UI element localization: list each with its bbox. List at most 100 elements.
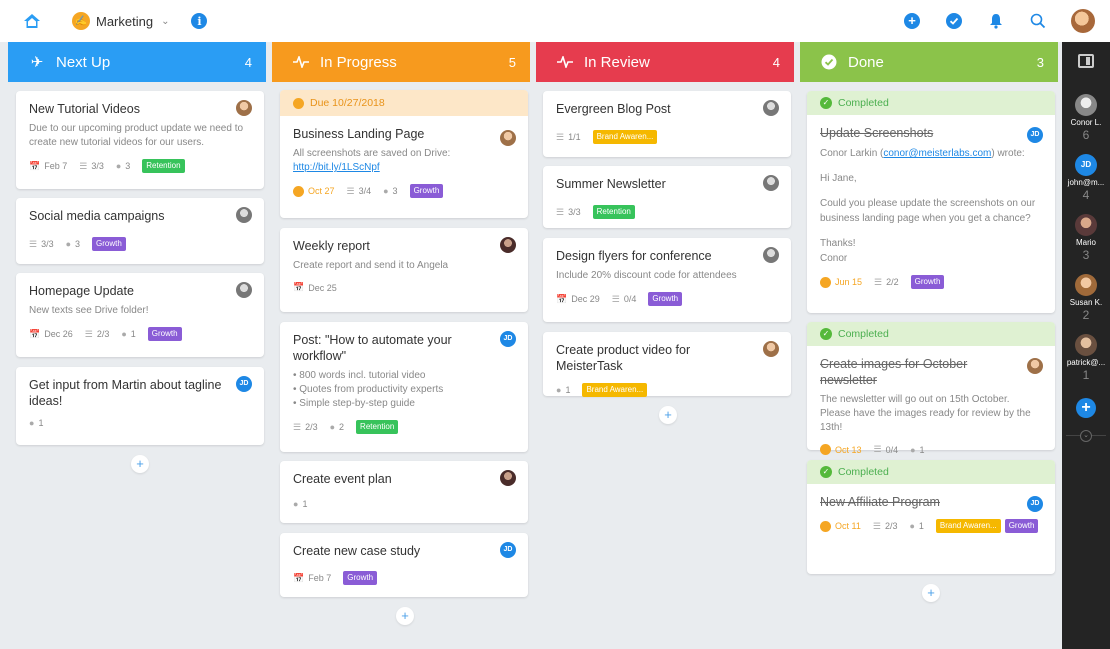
assignee-avatar [236, 100, 252, 116]
task-card[interactable]: Design flyers for conference Include 20%… [543, 238, 791, 322]
project-name: Marketing [96, 13, 154, 29]
checklist-icon: ☰ [84, 328, 93, 339]
task-card[interactable]: Create event plan ● 1 [280, 461, 528, 523]
top-bar-right: + [903, 0, 1110, 42]
bell-icon[interactable] [987, 12, 1005, 30]
comment-icon: ● [293, 499, 299, 509]
add-task-button[interactable]: + [396, 607, 414, 625]
card-meta: Jun 15 ☰ 2/2 Growth [820, 275, 1043, 289]
user-avatar [1075, 334, 1097, 356]
user-name: patrick@... [1066, 358, 1106, 367]
user-name: Mario [1075, 238, 1096, 247]
column-header[interactable]: Done 3 [800, 42, 1058, 82]
home-icon[interactable] [22, 11, 42, 31]
top-bar-left: ✍ Marketing ⌄ i [0, 11, 208, 31]
add-task-button[interactable]: + [659, 406, 677, 424]
chevron-down-icon[interactable]: ⌄ [1080, 430, 1092, 442]
add-task-button[interactable]: + [131, 455, 149, 473]
wrote-text: wrote: [997, 148, 1025, 159]
card-title: Update Screenshots [820, 126, 934, 140]
task-card[interactable]: Homepage Update New texts see Drive fold… [16, 273, 264, 357]
task-card[interactable]: Evergreen Blog Post ☰ 1/1 Brand Awaren... [543, 91, 791, 157]
tag-growth[interactable]: Growth [910, 275, 945, 289]
card-title: Social media campaigns [29, 209, 165, 223]
calendar-icon: 📅 [293, 282, 305, 292]
chevron-down-icon: ⌄ [161, 15, 170, 27]
task-card[interactable]: Post: "How to automate your workflow" JD… [280, 322, 528, 452]
tag-growth[interactable]: Growth [92, 237, 126, 251]
card-description: New texts see Drive folder! [29, 305, 149, 316]
tag-growth[interactable]: Growth [343, 571, 378, 585]
sidebar-user-john[interactable]: JD john@m... 4 [1062, 154, 1110, 202]
checklist-count: 1/1 [568, 132, 581, 142]
check-icon: ✓ [820, 466, 832, 478]
project-selector[interactable]: ✍ Marketing ⌄ [72, 12, 169, 30]
tag-retention[interactable]: Retention [592, 205, 635, 219]
task-card[interactable]: ✓ Completed Create images for October ne… [807, 322, 1055, 455]
due-date: Dec 25 [308, 282, 337, 293]
assignee-avatar: JD [500, 331, 516, 347]
card-title: Design flyers for conference [556, 249, 712, 263]
column-in-progress: In Progress 5 [272, 42, 530, 82]
column-count: 4 [772, 54, 780, 70]
task-card[interactable]: New Tutorial Videos Due to our upcoming … [16, 91, 264, 189]
tag-brand-awareness[interactable]: Brand Awaren... [935, 519, 1001, 533]
comment-count: 1 [302, 499, 308, 509]
tag-growth[interactable]: Growth [648, 292, 683, 306]
sidebar-user-patrick[interactable]: patrick@... 1 [1062, 334, 1110, 382]
add-icon[interactable]: + [903, 12, 921, 30]
sidebar-user-conor[interactable]: Conor L. 6 [1062, 94, 1110, 142]
task-card[interactable]: Get input from Martin about tagline idea… [16, 367, 264, 445]
comment-icon: ● [65, 239, 72, 249]
card-description: 800 words incl. tutorial video Quotes fr… [293, 369, 516, 411]
comment-icon: ● [909, 521, 915, 531]
task-card[interactable]: ✓ Completed New Affiliate Program JD Oct… [807, 460, 1055, 574]
tag-growth[interactable]: Growth [147, 327, 182, 341]
drive-link[interactable]: http://bit.ly/1LScNpf [293, 162, 380, 173]
user-avatar: JD [1075, 154, 1097, 176]
add-task-button[interactable]: + [922, 584, 940, 602]
column-header[interactable]: In Review 4 [536, 42, 794, 82]
due-date: Oct 27 [308, 186, 335, 196]
card-meta: Oct 13 ☰ 0/4 ● 1 [820, 444, 1043, 455]
column-header[interactable]: In Progress 5 [272, 42, 530, 82]
column-next-up: ✈ Next Up 4 [8, 42, 266, 82]
task-card[interactable]: Create product video for MeisterTask ● 1 … [543, 332, 791, 397]
sidebar-user-mario[interactable]: Mario 3 [1062, 214, 1110, 262]
author-name: Conor Larkin [820, 148, 878, 159]
task-card[interactable]: ✓ Completed Update Screenshots JD Conor … [807, 91, 1055, 313]
task-card[interactable]: Due 10/27/2018 Business Landing Page All… [280, 90, 528, 218]
column-header[interactable]: ✈ Next Up 4 [8, 42, 266, 82]
column-in-review: In Review 4 [536, 42, 794, 82]
task-card[interactable]: Social media campaigns ☰ 3/3 ● 3 Growth [16, 198, 264, 264]
task-card[interactable]: Summer Newsletter ☰ 3/3 Retention [543, 166, 791, 228]
tag-retention[interactable]: Retention [356, 420, 399, 434]
user-task-count: 3 [1082, 248, 1090, 262]
assignee-avatar [763, 247, 779, 263]
body-text: Could you please update the screenshots … [820, 198, 1036, 224]
tag-growth[interactable]: Growth [1004, 519, 1039, 533]
author-email-link[interactable]: conor@meisterlabs.com [883, 148, 991, 159]
checklist-count: 2/3 [305, 422, 318, 432]
card-title: Create new case study [293, 544, 421, 558]
card-title: Summer Newsletter [556, 177, 666, 191]
search-icon[interactable] [1029, 12, 1047, 30]
add-member-button[interactable]: + [1076, 398, 1096, 418]
tag-brand-awareness[interactable]: Brand Awaren... [582, 383, 648, 397]
card-meta: 📅 Dec 25 [293, 282, 516, 293]
task-card[interactable]: Create new case study JD 📅 Feb 7 Growth [280, 533, 528, 597]
info-icon[interactable]: i [191, 13, 208, 29]
checklist-icon: ☰ [611, 293, 620, 304]
user-avatar[interactable] [1071, 9, 1095, 33]
tag-brand-awareness[interactable]: Brand Awaren... [592, 130, 658, 144]
assignee-avatar: JD [236, 376, 252, 392]
signoff-text: Conor [820, 253, 848, 264]
check-icon[interactable] [945, 12, 963, 30]
checklist-count: 3/3 [41, 239, 54, 249]
task-card[interactable]: Weekly report Create report and send it … [280, 228, 528, 312]
tag-growth[interactable]: Growth [409, 184, 444, 198]
assignee-avatar [500, 237, 516, 253]
tag-retention[interactable]: Retention [142, 159, 185, 173]
sidebar-user-susan[interactable]: Susan K. 2 [1062, 274, 1110, 322]
sidebar-toggle-icon[interactable] [1078, 54, 1094, 68]
